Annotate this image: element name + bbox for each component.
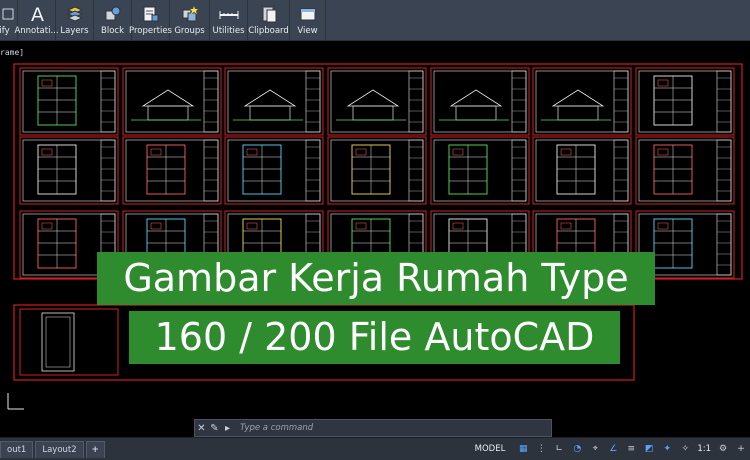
ribbon-layers-label: Layers	[60, 26, 89, 36]
command-input[interactable]	[234, 421, 551, 435]
drawing-sheets	[7, 63, 743, 410]
ribbon-groups-label: Groups	[174, 26, 205, 36]
layers-icon	[63, 3, 87, 25]
ribbon-utilities-label: Utilities	[212, 26, 245, 36]
ribbon-properties[interactable]: Properties	[129, 0, 172, 41]
ribbon-annotation-label: Annotati...	[14, 26, 59, 36]
ribbon-block-label: Block	[101, 26, 124, 36]
ribbon-layers[interactable]: Layers	[56, 0, 94, 41]
close-icon[interactable]: ✕	[195, 421, 208, 435]
object-track-icon[interactable]: ∠	[606, 442, 620, 456]
transparency-icon[interactable]: ◩	[642, 442, 656, 456]
plus-icon[interactable]: +	[734, 442, 748, 456]
command-line: ✕ ✎ ▸	[194, 419, 552, 437]
ribbon: ify A Annotati... Layers Block Propertie…	[0, 0, 750, 41]
add-layout-tab-button[interactable]: +	[85, 441, 105, 458]
utilities-icon	[217, 3, 241, 25]
clipboard-icon	[257, 3, 281, 25]
ribbon-annotation[interactable]: A Annotati...	[14, 0, 59, 41]
groups-icon	[178, 3, 202, 25]
tab-layout2[interactable]: Layout2	[35, 441, 84, 458]
settings-wrench-icon[interactable]: ✎	[208, 421, 221, 435]
status-bar: out1 Layout2 + MODEL ▦ ⋮ ∟ ◔ ⌖ ∠ ≡ ◩ ✦ ✧…	[0, 437, 750, 460]
snap-icon[interactable]: ⋮	[534, 442, 548, 456]
polar-tracking-icon[interactable]: ◔	[570, 442, 584, 456]
overlay-title-line2: 160 / 200 File AutoCAD	[129, 311, 620, 364]
gear-icon[interactable]: ⚙	[716, 442, 730, 456]
osnap-icon[interactable]: ⌖	[588, 442, 602, 456]
block-icon	[101, 3, 125, 25]
ribbon-clipboard-label: Clipboard	[248, 26, 289, 36]
drawing-sheet	[19, 308, 119, 376]
ribbon-view-label: View	[297, 26, 318, 36]
annotation-visibility-icon[interactable]: ✧	[678, 442, 692, 456]
ribbon-block[interactable]: Block	[94, 0, 132, 41]
ribbon-empty-area	[326, 0, 750, 40]
lineweight-icon[interactable]: ≡	[624, 442, 638, 456]
tab-layout1[interactable]: out1	[0, 441, 34, 458]
svg-text:A: A	[31, 4, 44, 24]
annotation-scale-icon[interactable]: ✦	[660, 442, 674, 456]
annotation-scale-label[interactable]: 1:1	[697, 444, 711, 454]
drawing-canvas[interactable]: rame]	[0, 41, 750, 437]
annotation-icon: A	[25, 3, 49, 25]
ortho-icon[interactable]: ∟	[552, 442, 566, 456]
overlay-title-line1: Gambar Kerja Rumah Type	[97, 252, 655, 305]
grid-icon[interactable]: ▦	[516, 442, 530, 456]
ribbon-modify-label: ify	[0, 26, 10, 36]
model-space-button[interactable]: MODEL	[470, 442, 511, 456]
command-history-icon[interactable]: ▸	[221, 421, 234, 435]
ribbon-groups[interactable]: Groups	[170, 0, 210, 41]
view-icon	[296, 3, 320, 25]
ribbon-utilities[interactable]: Utilities	[210, 0, 248, 41]
properties-icon	[139, 3, 163, 25]
ribbon-clipboard[interactable]: Clipboard	[248, 0, 290, 41]
ribbon-properties-label: Properties	[129, 26, 172, 36]
ribbon-view[interactable]: View	[290, 0, 326, 41]
